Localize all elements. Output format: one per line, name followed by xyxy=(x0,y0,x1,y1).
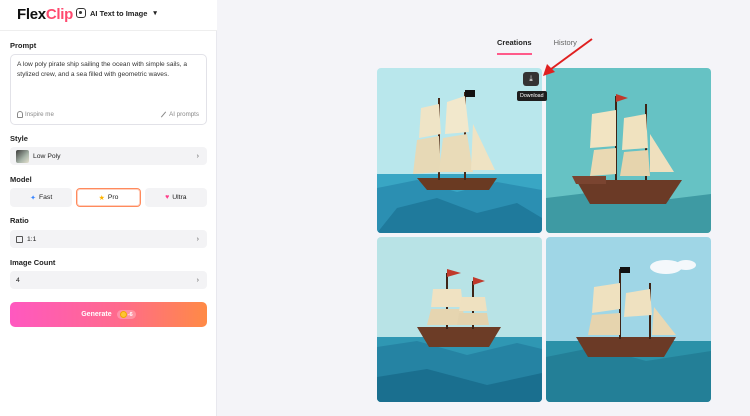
chevron-down-icon: ▾ xyxy=(153,10,157,17)
tool-label: AI Text to Image xyxy=(90,8,148,18)
flexclip-logo[interactable]: Flex Clip xyxy=(17,6,73,23)
download-icon: ⤓ xyxy=(529,74,533,83)
model-pro-label: Pro xyxy=(107,194,119,201)
model-pro-button[interactable]: ★ Pro xyxy=(76,188,141,207)
sidebar: Prompt A low poly pirate ship sailing th… xyxy=(0,31,217,416)
annotation-arrow xyxy=(543,38,593,76)
logo-text-second: Clip xyxy=(45,6,73,23)
inspire-me-button[interactable]: Inspire me xyxy=(17,111,54,118)
style-label: Style xyxy=(10,134,28,143)
ratio-label: Ratio xyxy=(10,216,29,225)
chevron-right-icon: › xyxy=(196,152,199,160)
ratio-value: 1:1 xyxy=(27,235,37,243)
style-select[interactable]: Low Poly › xyxy=(10,147,207,165)
coin-icon xyxy=(119,311,127,318)
image-count-select[interactable]: 4 › xyxy=(10,271,207,289)
credit-cost-badge: -6 xyxy=(116,310,136,319)
tab-creations[interactable]: Creations xyxy=(497,38,532,55)
magic-wand-icon xyxy=(160,111,167,118)
star-icon: ★ xyxy=(98,194,105,202)
ai-prompts-label: AI prompts xyxy=(169,111,199,118)
generated-image[interactable] xyxy=(546,237,711,402)
model-fast-button[interactable]: ✦ Fast xyxy=(10,188,73,207)
credit-cost: -6 xyxy=(127,311,133,318)
generate-button[interactable]: Generate -6 xyxy=(10,302,207,327)
logo-text-first: Flex xyxy=(17,6,46,23)
lightbulb-icon xyxy=(17,111,23,118)
ai-prompts-button[interactable]: AI prompts xyxy=(160,111,199,118)
prompt-text[interactable]: A low poly pirate ship sailing the ocean… xyxy=(17,60,203,80)
heart-icon: ♥ xyxy=(165,194,170,201)
download-tooltip: Download xyxy=(517,91,547,101)
image-tool-icon xyxy=(76,8,86,18)
image-gallery xyxy=(377,68,711,402)
inspire-me-label: Inspire me xyxy=(25,111,54,118)
square-ratio-icon xyxy=(16,235,23,243)
style-thumbnail xyxy=(16,149,29,163)
model-ultra-label: Ultra xyxy=(172,194,187,201)
bolt-icon: ✦ xyxy=(30,194,36,202)
chevron-right-icon: › xyxy=(196,235,199,243)
generated-image[interactable] xyxy=(377,237,542,402)
prompt-label: Prompt xyxy=(10,41,37,50)
model-selector: ✦ Fast ★ Pro ♥ Ultra xyxy=(10,188,207,207)
main-area: Creations History ⤓ Download xyxy=(217,0,750,416)
tool-switcher[interactable]: AI Text to Image ▾ xyxy=(76,8,157,18)
style-value: Low Poly xyxy=(33,152,61,160)
image-count-label: Image Count xyxy=(10,258,56,267)
app-header: Flex Clip AI Text to Image ▾ xyxy=(0,0,217,31)
chevron-right-icon: › xyxy=(196,276,199,284)
ratio-select[interactable]: 1:1 › xyxy=(10,230,207,248)
generated-image[interactable] xyxy=(546,68,711,233)
model-ultra-button[interactable]: ♥ Ultra xyxy=(144,188,207,207)
prompt-input[interactable]: A low poly pirate ship sailing the ocean… xyxy=(10,54,207,125)
model-fast-label: Fast xyxy=(38,194,53,201)
image-count-value: 4 xyxy=(16,276,20,284)
generate-label: Generate xyxy=(81,311,112,318)
model-label: Model xyxy=(10,175,32,184)
